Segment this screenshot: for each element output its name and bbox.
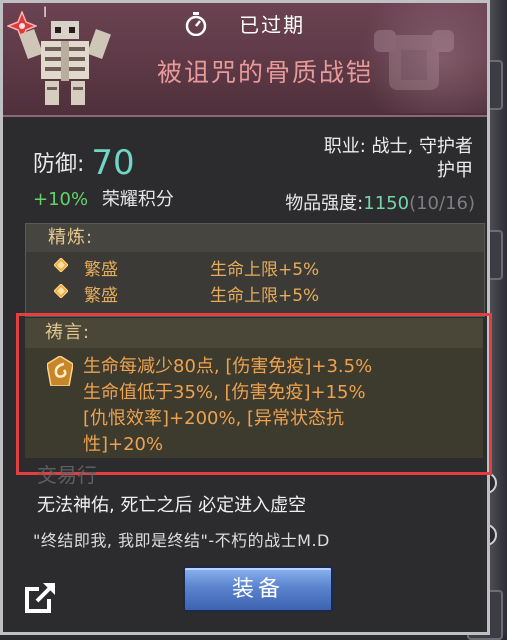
- trade-label-faded: 交易行: [37, 463, 97, 487]
- refine-row: 繁盛 生命上限+5%: [26, 252, 484, 280]
- prayer-icon: [47, 356, 73, 386]
- power-faded: (10/16): [409, 193, 475, 214]
- defense-label: 防御:: [33, 152, 85, 177]
- prayer-title: 祷言:: [25, 318, 483, 348]
- class-text: 职业: 战士, 守护者: [323, 136, 473, 157]
- power-label: 物品强度:: [285, 193, 364, 214]
- status-row: 已过期: [3, 9, 487, 37]
- refine-effect: 生命上限+5%: [210, 260, 320, 280]
- prayer-line: 生命值低于35%, [伤害免疫]+15%: [83, 382, 366, 403]
- honor-bonus: +10% 荣耀积分: [33, 185, 174, 211]
- power-value: 1150: [363, 193, 410, 214]
- diamond-icon: [54, 258, 68, 272]
- refine-name: 繁盛: [84, 260, 118, 280]
- refine-name: 繁盛: [84, 286, 118, 306]
- share-icon[interactable]: [23, 581, 57, 615]
- bonus-label: 荣耀积分: [101, 189, 174, 210]
- type-text: 护甲: [437, 160, 473, 181]
- item-name: 被诅咒的骨质战铠: [156, 58, 373, 87]
- prayer-panel: 祷言: 生命每减少80点, [伤害免疫]+3.5% 生命值低于35%, [伤害免…: [25, 318, 483, 458]
- refine-row: 繁盛 生命上限+5%: [26, 278, 484, 306]
- refine-panel: 精炼: 繁盛 生命上限+5% 繁盛 生命上限+5%: [25, 223, 485, 317]
- refine-effect: 生命上限+5%: [210, 286, 320, 306]
- timer-icon: [185, 11, 207, 36]
- curse-text: 无法神佑, 死亡之后 必定进入虚空: [37, 495, 307, 516]
- flavor-quote: "终结即我, 我即是终结"-不朽的战士M.D: [33, 531, 330, 550]
- equip-button[interactable]: 装备: [183, 566, 333, 612]
- diamond-icon: [54, 284, 68, 298]
- defense-stat: 防御: 70: [33, 143, 135, 183]
- item-power: 物品强度:1150(10/16): [285, 189, 475, 215]
- bonus-percent: +10%: [33, 189, 89, 210]
- refine-title: 精炼:: [26, 224, 484, 252]
- prayer-line: [仇恨效率]+200%, [异常状态抗: [83, 408, 345, 429]
- expired-status: 已过期: [239, 13, 306, 37]
- item-header: I 已过期 被诅咒的骨质战铠: [3, 3, 487, 117]
- armor-silhouette-icon: [374, 30, 454, 90]
- item-tooltip-card: I 已过期 被诅咒的骨质战铠 防御: 70 +10% 荣耀积分 职业: 战士, …: [0, 0, 492, 635]
- defense-value: 70: [91, 143, 135, 183]
- class-info: 职业: 战士, 守护者 护甲: [273, 135, 473, 183]
- prayer-text: 生命每减少80点, [伤害免疫]+3.5% 生命值低于35%, [伤害免疫]+1…: [83, 354, 473, 458]
- prayer-line: 性]+20%: [83, 434, 164, 455]
- prayer-line: 生命每减少80点, [伤害免疫]+3.5%: [83, 356, 373, 377]
